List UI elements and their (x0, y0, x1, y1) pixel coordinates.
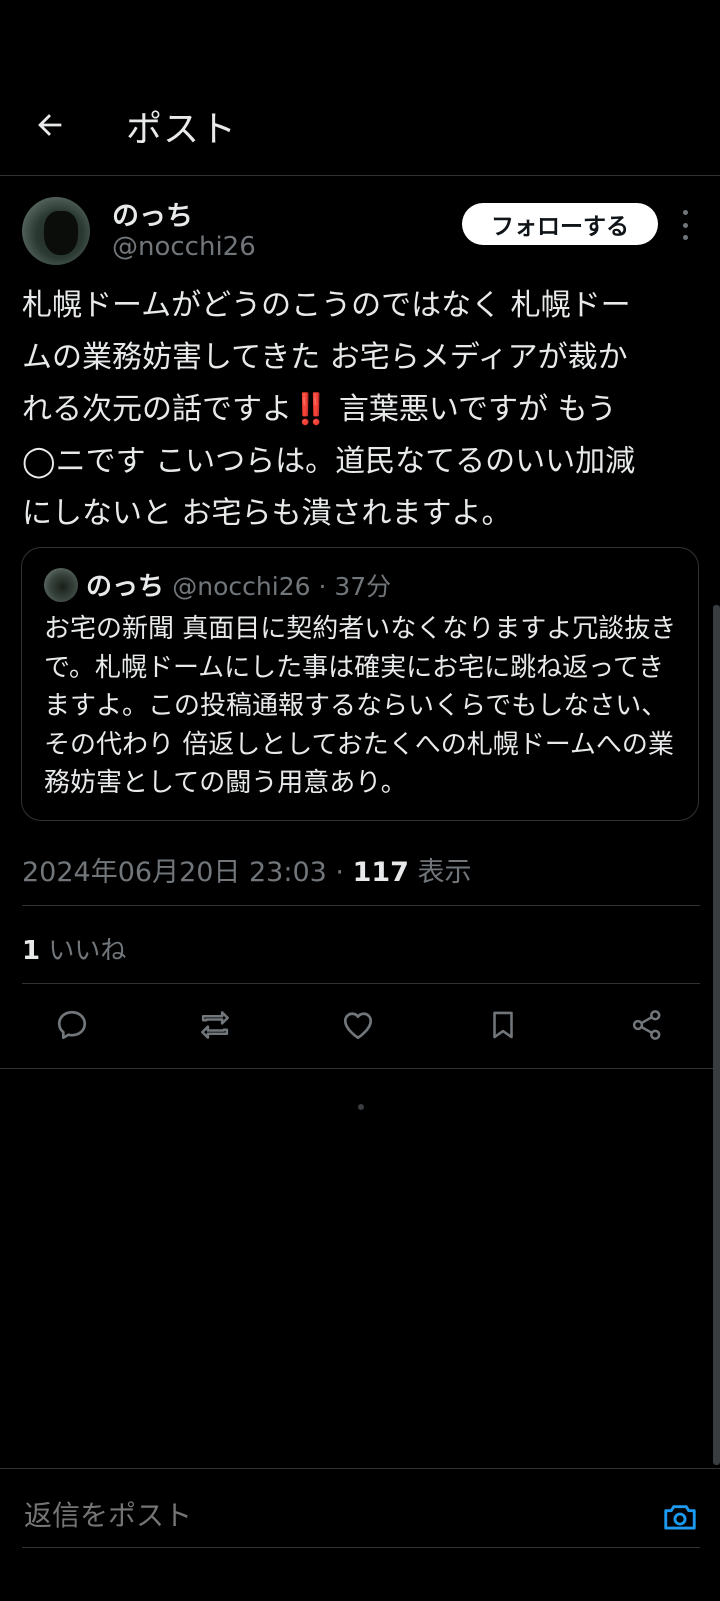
quote-avatar (44, 568, 78, 602)
camera-button[interactable] (660, 1497, 700, 1537)
loading-indicator (358, 1104, 364, 1110)
view-count: 117 (352, 857, 409, 888)
post-line: ムの業務妨害してきた お宅らメディアが裁か (22, 340, 628, 375)
post-line-part: 言葉悪いですが もう (329, 392, 617, 427)
post-timestamp: 2024年06月20日 23:03 · 117 表示 (22, 850, 472, 889)
quote-meta: @nocchi26 · 37分 (172, 572, 392, 601)
reply-icon (57, 1010, 87, 1040)
author-name[interactable]: のっち (112, 194, 193, 233)
timestamp-text: 2024年06月20日 23:03 · (22, 857, 353, 888)
reply-input[interactable] (22, 1499, 626, 1533)
bookmark-button[interactable] (473, 995, 533, 1055)
action-bar (0, 995, 720, 1055)
double-exclamation-emoji: ‼️ (292, 392, 330, 427)
back-button[interactable] (30, 105, 70, 145)
post-line: れる次元の話ですよ‼️ 言葉悪いですが もう (22, 384, 702, 436)
quote-text: お宅の新聞 真面目に契約者いなくなりますよ冗談抜きで。札幌ドームにした事は確実に… (44, 614, 677, 798)
more-options-button[interactable] (675, 210, 695, 240)
top-bar: ポスト (0, 0, 720, 176)
quote-author-name: のっち (86, 572, 165, 602)
more-vertical-icon (682, 210, 688, 215)
reply-button[interactable] (42, 995, 102, 1055)
divider (22, 905, 700, 906)
avatar[interactable] (22, 197, 90, 265)
post-line: 札幌ドームがどうのこうのではなく 札幌ドー (22, 288, 631, 323)
page-title: ポスト (126, 109, 238, 150)
author-handle[interactable]: @nocchi26 (112, 232, 256, 262)
likes-number: 1 (22, 936, 41, 966)
divider (0, 1068, 720, 1069)
follow-button[interactable]: フォローする (462, 203, 658, 245)
like-icon (343, 1012, 373, 1040)
views-label: 表示 (408, 857, 472, 888)
more-dot (682, 222, 688, 228)
repost-icon (201, 1011, 229, 1039)
share-icon (632, 1010, 661, 1040)
repost-button[interactable] (185, 995, 245, 1055)
quote-header: のっち @nocchi26 · 37分 (86, 566, 391, 603)
quoted-post[interactable]: のっち @nocchi26 · 37分 お宅の新聞 真面目に契約者いなくなります… (21, 547, 699, 821)
reply-composer (0, 1468, 720, 1601)
back-arrow-icon (38, 114, 62, 136)
bookmark-icon (493, 1011, 513, 1039)
post-line: ◯ニです こいつらは。道民なてるのいい加減 (22, 444, 636, 479)
more-dot (682, 235, 688, 240)
post-line: にしないと お宅らも潰されますよ。 (22, 496, 512, 531)
scrollbar[interactable] (713, 605, 720, 1465)
post-line-part: れる次元の話ですよ (22, 392, 292, 427)
camera-icon (664, 1505, 696, 1530)
divider (22, 983, 700, 984)
share-button[interactable] (617, 995, 677, 1055)
post-text: 札幌ドームがどうのこうのではなく 札幌ドー ムの業務妨害してきた お宅らメディア… (22, 280, 702, 540)
likes-count[interactable]: 1 いいね (22, 930, 126, 967)
likes-label: いいね (40, 936, 127, 966)
reply-underline (22, 1547, 700, 1548)
like-button[interactable] (328, 995, 388, 1055)
